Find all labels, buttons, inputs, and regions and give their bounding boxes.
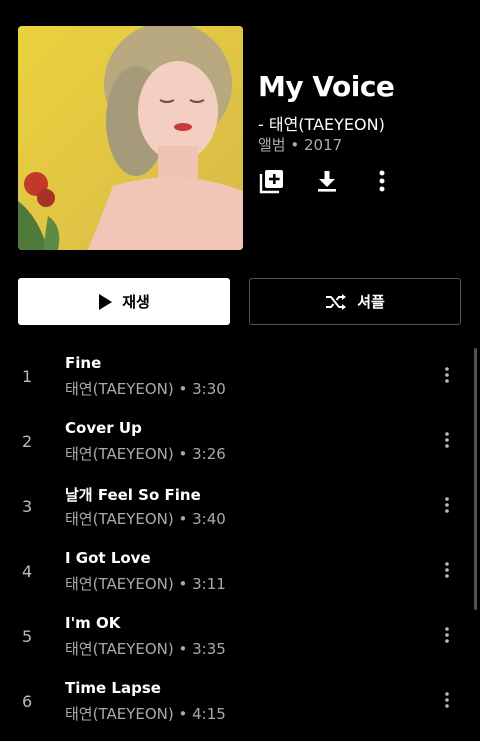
track-more-icon[interactable] xyxy=(437,493,457,517)
track-subtitle: 태연(TAEYEON) • 3:26 xyxy=(65,445,226,463)
shuffle-icon xyxy=(326,293,347,310)
track-subtitle: 태연(TAEYEON) • 3:40 xyxy=(65,510,226,528)
track-more-icon[interactable] xyxy=(437,623,457,647)
track-subtitle: 태연(TAEYEON) • 3:30 xyxy=(65,380,226,398)
track-row[interactable]: 2 Cover Up 태연(TAEYEON) • 3:26 xyxy=(0,406,480,471)
track-more-icon[interactable] xyxy=(437,688,457,712)
play-button-label: 재생 xyxy=(122,293,150,311)
track-title: 날개 Feel So Fine xyxy=(65,486,201,504)
album-meta: 앨범 • 2017 xyxy=(258,136,343,154)
track-title: I Got Love xyxy=(65,549,151,567)
more-vertical-icon[interactable] xyxy=(367,166,397,196)
track-number: 2 xyxy=(22,432,33,451)
track-number: 1 xyxy=(22,367,33,386)
play-icon xyxy=(99,293,113,310)
track-number: 5 xyxy=(22,627,33,646)
shuffle-button[interactable]: 셔플 xyxy=(249,278,461,325)
track-more-icon[interactable] xyxy=(437,558,457,582)
track-subtitle: 태연(TAEYEON) • 3:11 xyxy=(65,575,226,593)
album-title: My Voice xyxy=(258,70,395,103)
track-list: 1 Fine 태연(TAEYEON) • 3:30 2 Cover Up 태연(… xyxy=(0,341,480,731)
track-more-icon[interactable] xyxy=(437,363,457,387)
track-number: 4 xyxy=(22,562,33,581)
album-artist[interactable]: - 태연(TAEYEON) xyxy=(258,111,385,135)
track-row[interactable]: 5 I'm OK 태연(TAEYEON) • 3:35 xyxy=(0,601,480,666)
track-row[interactable]: 1 Fine 태연(TAEYEON) • 3:30 xyxy=(0,341,480,406)
album-art xyxy=(18,26,243,250)
track-row[interactable]: 4 I Got Love 태연(TAEYEON) • 3:11 xyxy=(0,536,480,601)
track-subtitle: 태연(TAEYEON) • 4:15 xyxy=(65,705,226,723)
track-title: Cover Up xyxy=(65,419,142,437)
track-number: 3 xyxy=(22,497,33,516)
download-icon[interactable] xyxy=(312,166,342,196)
library-add-icon[interactable] xyxy=(257,166,287,196)
track-row[interactable]: 3 날개 Feel So Fine 태연(TAEYEON) • 3:40 xyxy=(0,471,480,536)
track-more-icon[interactable] xyxy=(437,428,457,452)
play-button[interactable]: 재생 xyxy=(18,278,230,325)
track-subtitle: 태연(TAEYEON) • 3:35 xyxy=(65,640,226,658)
track-title: Fine xyxy=(65,354,102,372)
track-row[interactable]: 6 Time Lapse 태연(TAEYEON) • 4:15 xyxy=(0,666,480,731)
track-title: I'm OK xyxy=(65,614,121,632)
track-number: 6 xyxy=(22,692,33,711)
shuffle-button-label: 셔플 xyxy=(357,293,385,311)
scrollbar[interactable] xyxy=(474,348,477,610)
track-title: Time Lapse xyxy=(65,679,161,697)
